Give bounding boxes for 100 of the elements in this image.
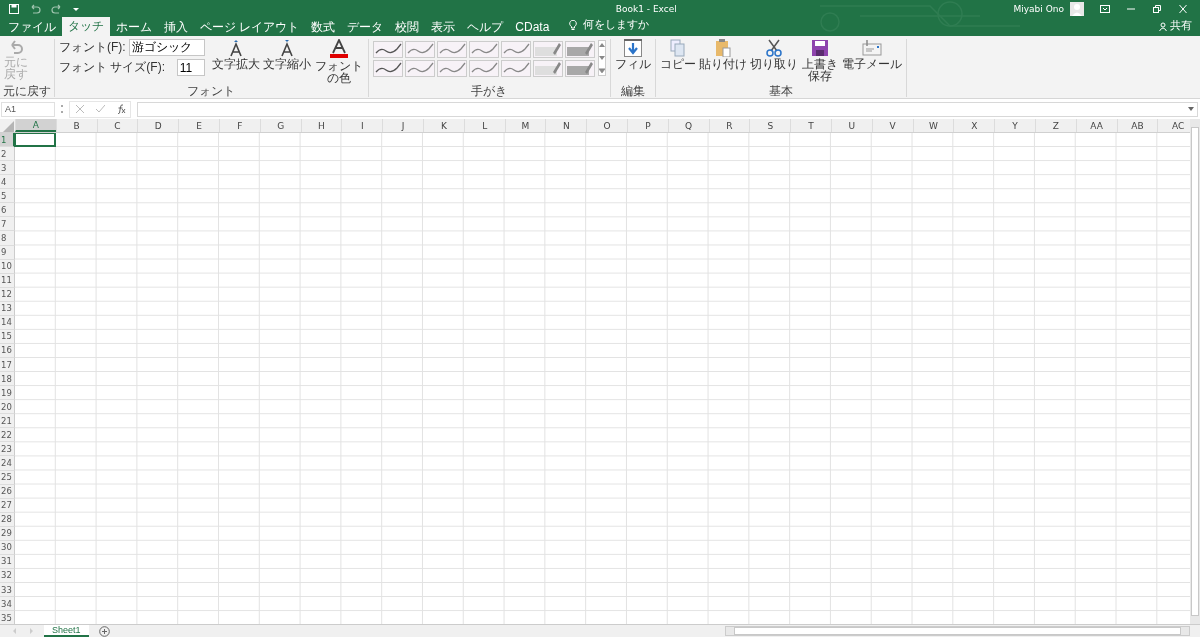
pen-swatch[interactable] xyxy=(372,41,403,58)
column-header[interactable]: E xyxy=(178,119,219,132)
column-header[interactable]: K xyxy=(422,119,464,132)
close-icon[interactable] xyxy=(1178,4,1188,13)
scissors-icon[interactable] xyxy=(765,39,782,57)
copy-button[interactable]: コピー xyxy=(659,58,696,70)
font-color-icon[interactable] xyxy=(328,39,349,59)
ribbon-tab[interactable]: CData xyxy=(509,18,556,36)
restore-icon[interactable] xyxy=(1152,4,1162,13)
ribbon-tab[interactable]: タッチ xyxy=(62,17,110,36)
vertical-scrollbar[interactable] xyxy=(1190,119,1200,624)
column-header[interactable]: AA xyxy=(1075,119,1117,132)
highlighter-swatch[interactable] xyxy=(564,41,595,58)
ribbon-tab[interactable]: 数式 xyxy=(305,18,342,36)
save-button[interactable]: 上書き保存 xyxy=(800,58,839,82)
row-header[interactable]: 2 xyxy=(0,147,15,162)
undo-icon[interactable] xyxy=(29,3,41,14)
row-header[interactable]: 20 xyxy=(0,400,15,415)
cut-button[interactable]: 切り取り xyxy=(749,58,798,70)
tell-me-field[interactable]: 何をしますか xyxy=(583,17,650,32)
font-color-button[interactable]: フォントの色 xyxy=(313,60,364,84)
row-header[interactable]: 33 xyxy=(0,583,15,598)
shrink-font-button[interactable]: 文字縮小 xyxy=(262,58,311,70)
ribbon-tab[interactable]: ホーム xyxy=(110,18,158,36)
paste-button[interactable]: 貼り付け xyxy=(698,58,747,70)
horizontal-scrollbar[interactable] xyxy=(725,626,1190,636)
column-header[interactable]: P xyxy=(626,119,668,132)
column-header[interactable]: V xyxy=(871,119,913,132)
ribbon-display-icon[interactable] xyxy=(1100,4,1110,13)
avatar-icon[interactable] xyxy=(1070,1,1084,16)
cancel-icon[interactable] xyxy=(76,105,84,113)
copy-icon[interactable] xyxy=(669,39,686,57)
column-header[interactable]: N xyxy=(545,119,587,132)
ribbon-tab[interactable]: ページ レイアウト xyxy=(194,18,306,36)
column-header[interactable]: M xyxy=(504,119,546,132)
column-header[interactable]: C xyxy=(96,119,138,132)
active-cell[interactable] xyxy=(14,133,56,148)
pen-swatch[interactable] xyxy=(468,41,499,58)
pen-swatch[interactable] xyxy=(404,60,435,77)
ribbon-tab[interactable]: 校閲 xyxy=(389,18,426,36)
column-header[interactable]: Q xyxy=(667,119,709,132)
sheet-tab[interactable]: Sheet1 xyxy=(44,624,89,637)
expand-icon[interactable] xyxy=(1188,107,1194,111)
person-icon[interactable] xyxy=(1159,22,1167,31)
column-header[interactable]: H xyxy=(300,119,342,132)
enter-icon[interactable] xyxy=(96,105,105,113)
row-header[interactable]: 8 xyxy=(0,231,15,246)
column-header[interactable]: X xyxy=(953,119,995,132)
highlighter-swatch[interactable] xyxy=(564,60,595,77)
scroll-up-icon[interactable] xyxy=(598,43,605,47)
ribbon-tab[interactable]: 表示 xyxy=(425,18,462,36)
letter-a-down-icon[interactable] xyxy=(279,39,294,57)
expand-icon[interactable] xyxy=(598,68,605,73)
row-header[interactable]: 17 xyxy=(0,358,15,373)
column-header[interactable]: AB xyxy=(1116,119,1158,132)
row-header[interactable]: 4 xyxy=(0,175,15,190)
column-header[interactable]: S xyxy=(749,119,791,132)
letter-a-up-icon[interactable] xyxy=(228,39,243,57)
row-header[interactable]: 22 xyxy=(0,428,15,443)
column-header[interactable]: Z xyxy=(1034,119,1076,132)
font-dropdown[interactable]: 游ゴシック xyxy=(128,39,205,56)
customize-icon[interactable] xyxy=(73,5,79,12)
redo-icon[interactable] xyxy=(51,3,63,14)
ribbon-tab[interactable]: データ xyxy=(341,18,390,36)
column-header[interactable]: D xyxy=(137,119,179,132)
formula-field[interactable] xyxy=(137,101,1198,117)
fill-button[interactable]: フィル xyxy=(614,58,651,70)
column-header[interactable]: U xyxy=(830,119,872,132)
name-box[interactable]: A1 xyxy=(1,101,55,117)
column-header[interactable]: A xyxy=(15,119,56,132)
pen-swatch[interactable] xyxy=(404,41,435,58)
share-button[interactable]: 共有 xyxy=(1170,18,1192,33)
row-header[interactable]: 21 xyxy=(0,414,15,429)
highlighter-swatch[interactable] xyxy=(532,60,563,77)
pen-swatch[interactable] xyxy=(468,60,499,77)
column-header[interactable]: O xyxy=(586,119,627,132)
pen-swatch[interactable] xyxy=(436,41,467,58)
scroll-down-icon[interactable] xyxy=(598,55,605,60)
column-header[interactable]: R xyxy=(708,119,750,132)
pen-swatch[interactable] xyxy=(500,41,531,58)
mail-button[interactable]: 電子メール xyxy=(841,58,902,70)
column-header[interactable]: B xyxy=(55,119,97,132)
pen-swatch[interactable] xyxy=(372,60,403,77)
row-header[interactable]: 24 xyxy=(0,456,15,471)
save-icon[interactable] xyxy=(9,3,19,14)
ribbon-tab[interactable]: ファイル xyxy=(2,18,62,36)
function-icon[interactable] xyxy=(117,104,126,114)
fill-down-icon[interactable] xyxy=(623,39,642,57)
column-header[interactable]: L xyxy=(463,119,505,132)
row-header[interactable]: 19 xyxy=(0,386,15,401)
user-name[interactable]: Miyabi Ono xyxy=(1013,3,1064,14)
column-header[interactable]: Y xyxy=(994,119,1035,132)
lightbulb-icon[interactable] xyxy=(569,20,578,31)
row-header[interactable]: 23 xyxy=(0,442,15,457)
column-header[interactable]: W xyxy=(912,119,954,132)
pen-swatch[interactable] xyxy=(500,60,531,77)
highlighter-swatch[interactable] xyxy=(532,41,563,58)
column-header[interactable]: G xyxy=(259,119,301,132)
envelope-icon[interactable] xyxy=(861,39,882,57)
grow-font-button[interactable]: 文字拡大 xyxy=(211,58,260,70)
